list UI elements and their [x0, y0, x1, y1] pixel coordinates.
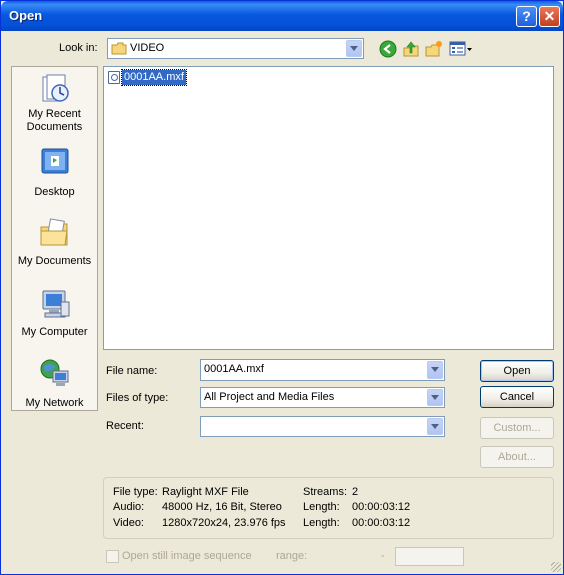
back-icon[interactable] — [379, 40, 397, 58]
video-value: 1280x720x24, 23.976 fps — [162, 517, 286, 529]
file-list[interactable]: 0001AA.mxf — [103, 66, 554, 350]
file-type-value: Raylight MXF File — [162, 486, 249, 498]
desktop-icon — [41, 148, 69, 174]
window-title: Open — [9, 8, 43, 23]
open-dialog: Open ? ✕ Look in: VIDEO My Recent Docume… — [0, 0, 564, 575]
folder-icon — [111, 42, 127, 55]
recent-label: Recent: — [106, 420, 144, 432]
my-computer-icon — [42, 290, 70, 318]
place-label: Desktop — [34, 186, 75, 198]
my-network-icon — [40, 359, 69, 386]
range-end-input[interactable] — [395, 547, 464, 566]
still-image-sequence-label: Open still image sequence — [122, 550, 252, 562]
audio-length-label: Length: — [303, 501, 340, 513]
place-label: My Documents — [17, 255, 92, 267]
custom-button[interactable]: Custom... — [480, 417, 554, 439]
video-label: Video: — [113, 517, 144, 529]
file-name-label: File name: — [106, 365, 158, 377]
chevron-down-icon[interactable] — [427, 418, 443, 435]
video-length-label: Length: — [303, 517, 340, 529]
title-bar[interactable]: Open ? ✕ — [1, 1, 563, 31]
files-of-type-label: Files of type: — [106, 392, 169, 404]
media-file-icon — [108, 71, 120, 84]
audio-length-value: 00:00:03:12 — [352, 501, 411, 513]
file-name-value: 0001AA.mxf — [204, 363, 264, 375]
look-in-label: Look in: — [59, 42, 98, 54]
places-bar: My Recent Documents Desktop My Documents — [11, 66, 98, 411]
place-label: My Network — [25, 397, 84, 409]
place-label: My Computer — [21, 326, 88, 338]
open-button[interactable]: Open — [480, 360, 554, 382]
chevron-down-icon[interactable] — [427, 361, 443, 379]
file-name-input[interactable]: 0001AA.mxf — [200, 359, 445, 381]
help-button[interactable]: ? — [516, 6, 537, 27]
streams-label: Streams: — [303, 486, 348, 498]
up-folder-icon[interactable] — [402, 40, 420, 58]
video-length-value: 00:00:03:12 — [352, 517, 411, 529]
chevron-down-icon[interactable] — [346, 40, 362, 57]
still-image-sequence-checkbox[interactable] — [106, 550, 119, 563]
audio-label: Audio: — [113, 501, 145, 513]
range-label: range: — [276, 550, 308, 562]
chevron-down-icon[interactable] — [427, 389, 443, 406]
look-in-value: VIDEO — [130, 42, 165, 54]
close-button[interactable]: ✕ — [539, 6, 560, 27]
range-dash: - — [381, 550, 385, 562]
cancel-button[interactable]: Cancel — [480, 386, 554, 408]
about-button[interactable]: About... — [480, 446, 554, 468]
new-folder-icon[interactable] — [425, 40, 443, 58]
place-label: My Recent Documents — [26, 108, 83, 133]
files-of-type-select[interactable]: All Project and Media Files — [200, 387, 445, 408]
media-info-panel: File type: Raylight MXF File Audio: 4800… — [103, 477, 554, 539]
files-of-type-value: All Project and Media Files — [204, 391, 335, 403]
file-name-text: 0001AA.mxf — [121, 69, 187, 86]
file-type-label: File type: — [113, 486, 158, 498]
streams-value: 2 — [352, 486, 359, 498]
audio-value: 48000 Hz, 16 Bit, Stereo — [162, 501, 282, 513]
look-in-combo[interactable]: VIDEO — [107, 38, 364, 59]
views-menu-icon[interactable] — [449, 40, 473, 58]
my-documents-icon — [40, 218, 68, 246]
recent-documents-icon — [42, 74, 69, 102]
resize-grip[interactable] — [551, 562, 561, 572]
recent-select[interactable] — [200, 416, 445, 437]
